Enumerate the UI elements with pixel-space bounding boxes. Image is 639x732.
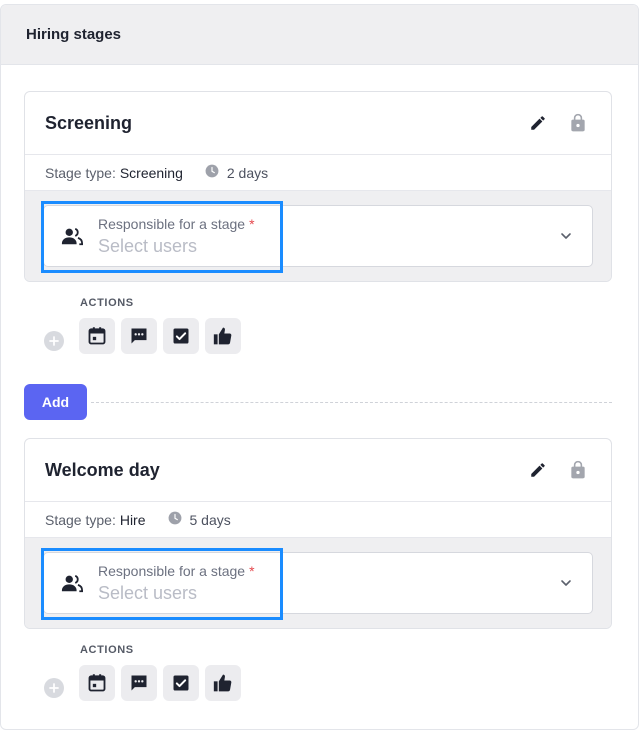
plus-circle-icon[interactable]	[44, 331, 64, 351]
stage-body: Responsible for a stage * Select users	[25, 191, 611, 281]
stage-header: Screening	[25, 92, 611, 155]
clock-icon	[205, 164, 219, 181]
clock-icon	[168, 511, 182, 528]
stage-body: Responsible for a stage * Select users	[25, 538, 611, 628]
select-users-placeholder: Select users	[98, 235, 198, 256]
thumbs-up-icon[interactable]	[205, 318, 241, 354]
stage-type-label: Stage type:	[45, 511, 116, 528]
actions-label: ACTIONS	[80, 297, 134, 309]
message-icon[interactable]	[121, 665, 157, 701]
add-stage-button[interactable]: Add	[24, 384, 87, 420]
stage-header: Welcome day	[25, 439, 611, 502]
responsible-select[interactable]: Responsible for a stage * Select users	[41, 201, 593, 273]
stage-card-welcome-day: Welcome day Stage type: Hire 5 days Resp…	[24, 438, 612, 629]
stage-card-screening: Screening Stage type: Screening 2 days R…	[24, 91, 612, 282]
select-users-placeholder: Select users	[98, 582, 198, 603]
message-icon[interactable]	[121, 318, 157, 354]
stage-name: Screening	[45, 112, 133, 133]
users-icon	[60, 224, 84, 248]
chevron-down-icon[interactable]	[558, 575, 574, 596]
plus-circle-icon[interactable]	[44, 678, 64, 698]
add-stage-row: Add	[24, 384, 612, 420]
responsible-label: Responsible for a stage *	[98, 215, 255, 232]
lock-icon[interactable]	[567, 112, 589, 134]
stage-type-label: Stage type:	[45, 164, 116, 181]
checkbox-icon[interactable]	[163, 665, 199, 701]
checkbox-icon[interactable]	[163, 318, 199, 354]
responsible-select[interactable]: Responsible for a stage * Select users	[41, 548, 593, 620]
stage-type-value: Screening	[119, 164, 183, 181]
panel-header: Hiring stages	[1, 5, 638, 65]
stage-meta: Stage type: Hire 5 days	[25, 502, 611, 538]
divider	[91, 401, 612, 403]
stage-duration: 5 days	[189, 511, 231, 528]
calendar-icon[interactable]	[79, 318, 115, 354]
calendar-icon[interactable]	[79, 665, 115, 701]
actions-label: ACTIONS	[80, 644, 134, 656]
thumbs-up-icon[interactable]	[205, 665, 241, 701]
required-mark: *	[249, 562, 255, 579]
stage-meta: Stage type: Screening 2 days	[25, 155, 611, 191]
users-icon	[60, 571, 84, 595]
chevron-down-icon[interactable]	[558, 228, 574, 249]
lock-icon[interactable]	[567, 459, 589, 481]
required-mark: *	[249, 215, 255, 232]
pencil-icon[interactable]	[527, 112, 549, 134]
responsible-label: Responsible for a stage *	[98, 562, 255, 579]
stage-type-value: Hire	[119, 511, 146, 528]
panel-title: Hiring stages	[26, 26, 122, 43]
stage-name: Welcome day	[45, 459, 160, 480]
stage-duration: 2 days	[226, 164, 269, 181]
pencil-icon[interactable]	[527, 459, 549, 481]
